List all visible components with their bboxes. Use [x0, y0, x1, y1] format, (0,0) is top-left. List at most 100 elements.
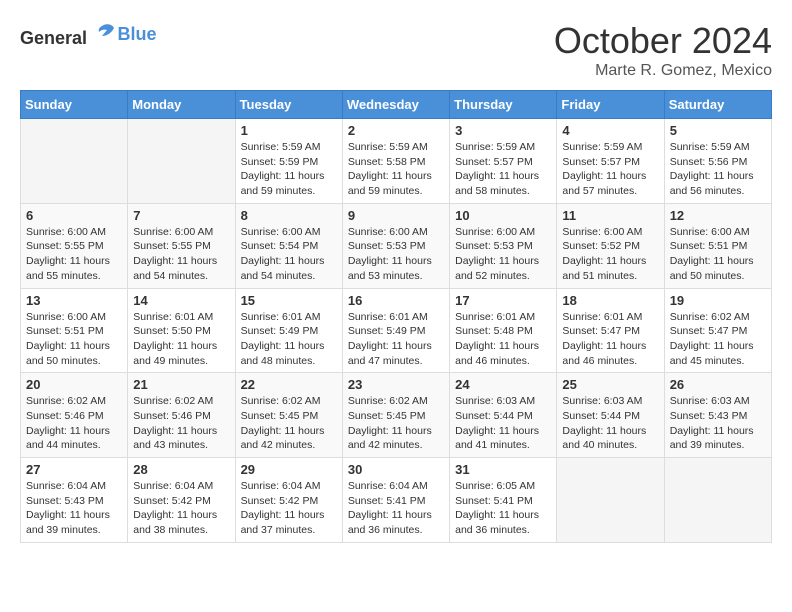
day-number: 11 [562, 208, 658, 223]
day-info: Sunrise: 6:00 AM Sunset: 5:54 PM Dayligh… [241, 225, 337, 284]
day-info: Sunrise: 6:00 AM Sunset: 5:53 PM Dayligh… [455, 225, 551, 284]
calendar-cell: 24 Sunrise: 6:03 AM Sunset: 5:44 PM Dayli… [450, 373, 557, 458]
calendar-cell: 4Sunrise: 5:59 AM Sunset: 5:57 PM Daylig… [557, 119, 664, 204]
day-info: Sunrise: 6:03 AM Sunset: 5:44 PM Dayligh… [455, 394, 551, 453]
calendar-cell: 12 Sunrise: 6:00 AM Sunset: 5:51 PM Dayli… [664, 203, 771, 288]
calendar-cell [21, 119, 128, 204]
day-info: Sunrise: 6:00 AM Sunset: 5:51 PM Dayligh… [670, 225, 766, 284]
calendar-header-saturday: Saturday [664, 91, 771, 119]
calendar-cell: 19 Sunrise: 6:02 AM Sunset: 5:47 PM Dayli… [664, 288, 771, 373]
day-info: Sunrise: 5:59 AM Sunset: 5:59 PM Dayligh… [241, 140, 337, 199]
day-info: Sunrise: 6:00 AM Sunset: 5:52 PM Dayligh… [562, 225, 658, 284]
day-number: 21 [133, 377, 229, 392]
logo-bird-icon [94, 20, 118, 44]
calendar-cell: 1 Sunrise: 5:59 AM Sunset: 5:59 PM Daylig… [235, 119, 342, 204]
day-number: 26 [670, 377, 766, 392]
day-number: 9 [348, 208, 444, 223]
day-info: Sunrise: 5:59 AM Sunset: 5:56 PM Dayligh… [670, 140, 766, 199]
calendar-cell: 13Sunrise: 6:00 AM Sunset: 5:51 PM Dayli… [21, 288, 128, 373]
logo[interactable]: General Blue [20, 20, 157, 49]
month-title: October 2024 [554, 20, 772, 62]
calendar-cell: 16 Sunrise: 6:01 AM Sunset: 5:49 PM Dayli… [342, 288, 449, 373]
day-number: 16 [348, 293, 444, 308]
location-title: Marte R. Gomez, Mexico [554, 62, 772, 80]
day-info: Sunrise: 6:03 AM Sunset: 5:44 PM Dayligh… [562, 394, 658, 453]
day-info: Sunrise: 6:04 AM Sunset: 5:42 PM Dayligh… [241, 479, 337, 538]
day-number: 22 [241, 377, 337, 392]
calendar-cell: 7 Sunrise: 6:00 AM Sunset: 5:55 PM Daylig… [128, 203, 235, 288]
day-number: 29 [241, 462, 337, 477]
day-info: Sunrise: 5:59 AM Sunset: 5:58 PM Dayligh… [348, 140, 444, 199]
day-number: 20 [26, 377, 122, 392]
day-number: 4 [562, 123, 658, 138]
calendar-cell [557, 458, 664, 543]
calendar-cell: 23 Sunrise: 6:02 AM Sunset: 5:45 PM Dayli… [342, 373, 449, 458]
day-info: Sunrise: 6:01 AM Sunset: 5:49 PM Dayligh… [348, 310, 444, 369]
day-number: 27 [26, 462, 122, 477]
calendar-cell: 3Sunrise: 5:59 AM Sunset: 5:57 PM Daylig… [450, 119, 557, 204]
day-number: 6 [26, 208, 122, 223]
day-number: 2 [348, 123, 444, 138]
calendar-header-row: SundayMondayTuesdayWednesdayThursdayFrid… [21, 91, 772, 119]
calendar-cell [128, 119, 235, 204]
day-number: 23 [348, 377, 444, 392]
day-info: Sunrise: 6:00 AM Sunset: 5:55 PM Dayligh… [26, 225, 122, 284]
day-number: 31 [455, 462, 551, 477]
day-number: 7 [133, 208, 229, 223]
calendar-week-row: 1 Sunrise: 5:59 AM Sunset: 5:59 PM Daylig… [21, 119, 772, 204]
calendar-cell: 21Sunrise: 6:02 AM Sunset: 5:46 PM Dayli… [128, 373, 235, 458]
day-number: 3 [455, 123, 551, 138]
calendar-week-row: 27Sunrise: 6:04 AM Sunset: 5:43 PM Dayli… [21, 458, 772, 543]
calendar-cell: 11 Sunrise: 6:00 AM Sunset: 5:52 PM Dayli… [557, 203, 664, 288]
day-info: Sunrise: 6:05 AM Sunset: 5:41 PM Dayligh… [455, 479, 551, 538]
day-number: 10 [455, 208, 551, 223]
day-number: 19 [670, 293, 766, 308]
day-number: 12 [670, 208, 766, 223]
day-number: 14 [133, 293, 229, 308]
day-number: 17 [455, 293, 551, 308]
day-info: Sunrise: 6:04 AM Sunset: 5:42 PM Dayligh… [133, 479, 229, 538]
day-number: 28 [133, 462, 229, 477]
calendar-header-monday: Monday [128, 91, 235, 119]
day-info: Sunrise: 6:02 AM Sunset: 5:45 PM Dayligh… [241, 394, 337, 453]
calendar-table: SundayMondayTuesdayWednesdayThursdayFrid… [20, 90, 772, 543]
day-number: 18 [562, 293, 658, 308]
day-info: Sunrise: 6:02 AM Sunset: 5:47 PM Dayligh… [670, 310, 766, 369]
day-info: Sunrise: 6:01 AM Sunset: 5:50 PM Dayligh… [133, 310, 229, 369]
calendar-cell: 15Sunrise: 6:01 AM Sunset: 5:49 PM Dayli… [235, 288, 342, 373]
calendar-week-row: 13Sunrise: 6:00 AM Sunset: 5:51 PM Dayli… [21, 288, 772, 373]
title-section: October 2024 Marte R. Gomez, Mexico [554, 20, 772, 80]
day-info: Sunrise: 6:01 AM Sunset: 5:48 PM Dayligh… [455, 310, 551, 369]
calendar-cell: 26 Sunrise: 6:03 AM Sunset: 5:43 PM Dayli… [664, 373, 771, 458]
day-info: Sunrise: 6:02 AM Sunset: 5:45 PM Dayligh… [348, 394, 444, 453]
logo-blue: Blue [118, 24, 157, 45]
calendar-cell: 9 Sunrise: 6:00 AM Sunset: 5:53 PM Daylig… [342, 203, 449, 288]
calendar-cell: 2 Sunrise: 5:59 AM Sunset: 5:58 PM Daylig… [342, 119, 449, 204]
calendar-cell: 27Sunrise: 6:04 AM Sunset: 5:43 PM Dayli… [21, 458, 128, 543]
calendar-header-wednesday: Wednesday [342, 91, 449, 119]
day-info: Sunrise: 6:01 AM Sunset: 5:49 PM Dayligh… [241, 310, 337, 369]
day-info: Sunrise: 6:00 AM Sunset: 5:53 PM Dayligh… [348, 225, 444, 284]
calendar-cell: 10 Sunrise: 6:00 AM Sunset: 5:53 PM Dayli… [450, 203, 557, 288]
calendar-cell: 22 Sunrise: 6:02 AM Sunset: 5:45 PM Dayli… [235, 373, 342, 458]
calendar-week-row: 20 Sunrise: 6:02 AM Sunset: 5:46 PM Dayli… [21, 373, 772, 458]
day-number: 1 [241, 123, 337, 138]
day-number: 25 [562, 377, 658, 392]
day-info: Sunrise: 6:00 AM Sunset: 5:55 PM Dayligh… [133, 225, 229, 284]
calendar-header-friday: Friday [557, 91, 664, 119]
calendar-week-row: 6 Sunrise: 6:00 AM Sunset: 5:55 PM Daylig… [21, 203, 772, 288]
calendar-cell: 25 Sunrise: 6:03 AM Sunset: 5:44 PM Dayli… [557, 373, 664, 458]
day-info: Sunrise: 6:03 AM Sunset: 5:43 PM Dayligh… [670, 394, 766, 453]
calendar-cell: 29 Sunrise: 6:04 AM Sunset: 5:42 PM Dayli… [235, 458, 342, 543]
calendar-cell: 8 Sunrise: 6:00 AM Sunset: 5:54 PM Daylig… [235, 203, 342, 288]
calendar-cell: 30Sunrise: 6:04 AM Sunset: 5:41 PM Dayli… [342, 458, 449, 543]
day-number: 24 [455, 377, 551, 392]
calendar-cell: 17 Sunrise: 6:01 AM Sunset: 5:48 PM Dayli… [450, 288, 557, 373]
day-number: 5 [670, 123, 766, 138]
calendar-cell: 18 Sunrise: 6:01 AM Sunset: 5:47 PM Dayli… [557, 288, 664, 373]
day-info: Sunrise: 6:01 AM Sunset: 5:47 PM Dayligh… [562, 310, 658, 369]
calendar-header-tuesday: Tuesday [235, 91, 342, 119]
day-info: Sunrise: 6:02 AM Sunset: 5:46 PM Dayligh… [26, 394, 122, 453]
calendar-cell: 31 Sunrise: 6:05 AM Sunset: 5:41 PM Dayli… [450, 458, 557, 543]
day-number: 8 [241, 208, 337, 223]
